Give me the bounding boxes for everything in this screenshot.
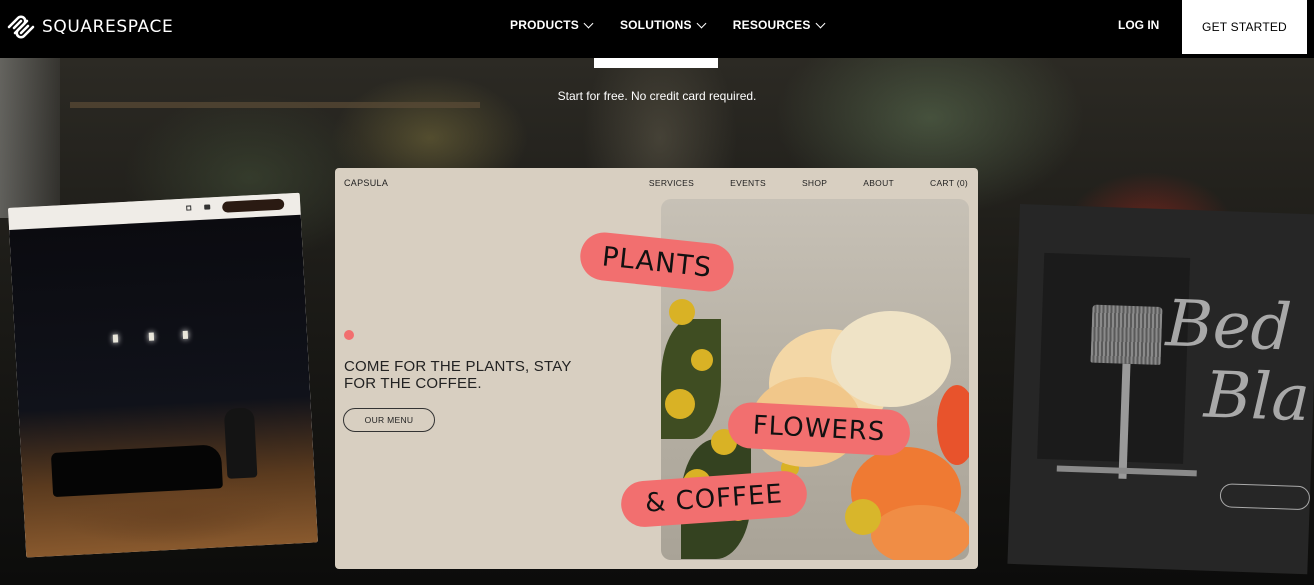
chevron-down-icon bbox=[815, 18, 826, 29]
capsula-nav-about: ABOUT bbox=[863, 178, 895, 188]
nav-item-label: PRODUCTS bbox=[510, 18, 579, 32]
template-left-cta bbox=[221, 198, 285, 213]
template-preview-right[interactable]: Bed Bla bbox=[1007, 204, 1314, 575]
stage-light bbox=[112, 334, 119, 343]
hero-subtext: Start for free. No credit card required. bbox=[557, 89, 757, 103]
chair-back bbox=[1090, 304, 1163, 366]
stage-light bbox=[148, 332, 155, 341]
our-menu-button: OUR MENU bbox=[343, 408, 435, 432]
script-wordmark: Bed Bla bbox=[1162, 287, 1311, 437]
mimosa-flower bbox=[691, 349, 713, 371]
chevron-down-icon bbox=[583, 18, 594, 29]
pianist bbox=[223, 407, 258, 479]
primary-nav: PRODUCTS SOLUTIONS RESOURCES bbox=[510, 18, 852, 32]
mimosa-flower bbox=[669, 299, 695, 325]
concert-hall-photo bbox=[9, 214, 318, 558]
poppy-center bbox=[845, 499, 881, 535]
chair-leg bbox=[1118, 363, 1131, 479]
youtube-icon bbox=[204, 204, 211, 210]
get-started-button[interactable]: GET STARTED bbox=[1182, 0, 1307, 54]
book-now-button bbox=[1219, 483, 1311, 511]
capsula-brand: CAPSULA bbox=[344, 178, 389, 188]
capsula-nav: SERVICES EVENTS SHOP ABOUT CART (0) bbox=[649, 178, 968, 188]
logo-text: SQUARESPACE bbox=[42, 17, 174, 37]
nav-item-resources[interactable]: RESOURCES bbox=[732, 18, 826, 32]
poppy-flower bbox=[831, 311, 951, 407]
label-flowers: FLOWERS bbox=[726, 401, 912, 457]
nav-item-label: SOLUTIONS bbox=[619, 18, 692, 32]
instagram-icon bbox=[186, 205, 192, 211]
nav-item-solutions[interactable]: SOLUTIONS bbox=[619, 18, 707, 32]
login-link[interactable]: LOG IN bbox=[1118, 18, 1159, 32]
top-navigation: SQUARESPACE PRODUCTS SOLUTIONS RESOURCES… bbox=[0, 0, 1314, 58]
leaf bbox=[661, 319, 721, 439]
logo[interactable]: SQUARESPACE bbox=[6, 14, 173, 40]
template-preview-left[interactable] bbox=[8, 192, 318, 558]
poppy-flower bbox=[871, 505, 969, 560]
hero-cta-button-edge[interactable] bbox=[594, 58, 718, 68]
grand-piano bbox=[50, 444, 223, 498]
stage-light bbox=[182, 330, 189, 340]
capsula-headline: COME FOR THE PLANTS, STAY FOR THE COFFEE… bbox=[344, 358, 572, 392]
nav-item-products[interactable]: PRODUCTS bbox=[510, 18, 594, 32]
capsula-nav-cart: CART (0) bbox=[930, 178, 968, 188]
poppy-flower bbox=[937, 385, 969, 465]
capsula-nav-events: EVENTS bbox=[730, 178, 766, 188]
nav-item-label: RESOURCES bbox=[732, 18, 811, 32]
squarespace-logo-icon bbox=[7, 15, 35, 39]
hero-window-light bbox=[0, 58, 60, 218]
accent-dot bbox=[344, 330, 354, 340]
capsula-nav-services: SERVICES bbox=[648, 178, 695, 188]
mimosa-flower bbox=[665, 389, 695, 419]
chevron-down-icon bbox=[696, 18, 707, 29]
chair-seat bbox=[1056, 465, 1197, 477]
capsula-nav-shop: SHOP bbox=[801, 178, 828, 188]
